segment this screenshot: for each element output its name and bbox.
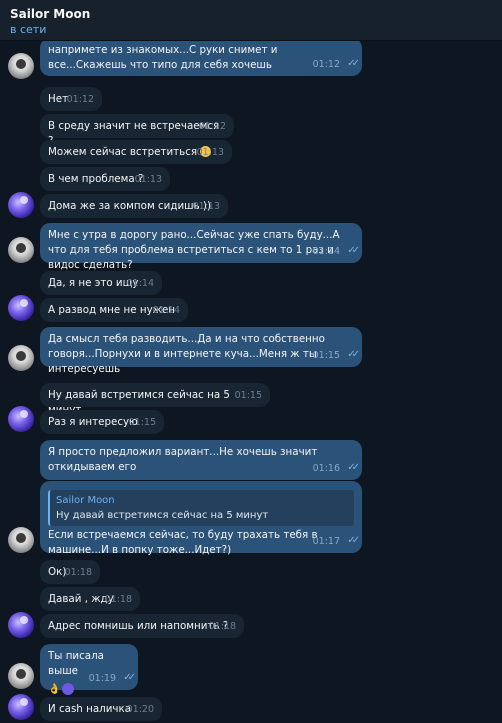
read-checkmarks-icon: ✓✓ [347,535,360,546]
avatar[interactable] [8,237,34,263]
message-incoming[interactable]: Ок) 01:18 [40,560,100,584]
message-incoming[interactable]: В среду значит не встречаемся ? 01:12 [40,114,234,147]
message-incoming[interactable]: И cash наличка . 01:20 [40,697,162,721]
message-incoming[interactable]: Ну давай встретимся сейчас на 5 минут 01… [40,383,270,416]
message-list[interactable]: напримете из знакомых...С руки снимет и … [0,40,502,723]
message-time: 01:15 [128,417,156,428]
message-text: Можем сейчас встретиться [48,146,198,158]
message-time: 01:20 [126,704,154,715]
message-outgoing[interactable]: Да смысл тебя разводить...Да и на что со… [40,327,362,375]
message-text: И cash наличка . [48,703,138,715]
message-text: Раз я интересую [48,416,138,428]
message-text: Да смысл тебя разводить...Да и на что со… [48,333,325,375]
message-outgoing[interactable]: Я просто предложил вариант...Не хочешь з… [40,440,362,480]
avatar[interactable] [8,192,34,218]
message-time: 01:12 [312,59,340,70]
message-time: 01:12 [198,121,226,132]
message-time: 01:18 [104,594,132,605]
message-time: 01:15 [234,390,262,401]
message-incoming[interactable]: Раз я интересую 01:15 [40,410,164,434]
message-incoming[interactable]: Можем сейчас встретиться 01:13 [40,140,232,164]
message-incoming[interactable]: А развод мне не нужен 01:14 [40,298,188,322]
message-incoming[interactable]: В чем проблема ? 01:13 [40,167,170,191]
sailor-sticker-icon [62,683,75,695]
avatar[interactable] [8,694,34,720]
quote-text: Ну давай встретимся сейчас на 5 минут [56,510,269,521]
message-text: Если встречаемся сейчас, то буду трахать… [48,529,318,556]
message-text: Дома же за компом сидишь )) [48,200,211,212]
message-incoming[interactable]: Давай , жду 01:18 [40,587,140,611]
read-checkmarks-icon: ✓✓ [123,672,136,683]
message-text: В чем проблема ? [48,173,144,185]
message-text: Я просто предложил вариант...Не хочешь з… [48,446,318,473]
message-text: Адрес помнишь или напомнить ? [48,620,229,632]
avatar[interactable] [8,527,34,553]
message-time: 01:13 [196,147,224,158]
message-time: 01:15 [312,350,340,361]
message-time: 01:14 [152,305,180,316]
avatar[interactable] [8,406,34,432]
message-time: 01:18 [208,621,236,632]
message-time: 01:14 [126,278,154,289]
message-text: Нет [48,93,69,105]
message-incoming[interactable]: Дома же за компом сидишь )) 01:13 [40,194,228,218]
read-checkmarks-icon: ✓✓ [347,58,360,69]
message-time: 01:13 [134,174,162,185]
avatar[interactable] [8,345,34,371]
message-incoming[interactable]: Адрес помнишь или напомнить ? 01:18 [40,614,244,638]
avatar[interactable] [8,295,34,321]
hand-emoji-icon: 👌 [48,684,61,695]
message-text: Да, я не это ищу [48,277,139,289]
message-text: Мне с утра в дорогу рано...Сейчас уже сп… [48,229,340,271]
chat-title[interactable]: Sailor Moon [10,7,90,21]
message-time: 01:17 [312,536,340,547]
message-time: 01:12 [66,94,94,105]
message-time: 01:18 [64,567,92,578]
message-time: 01:16 [312,463,340,474]
message-outgoing[interactable]: Sailor Moon Ну давай встретимся сейчас н… [40,481,362,556]
message-incoming[interactable]: Нет 01:12 [40,87,102,111]
read-checkmarks-icon: ✓✓ [347,462,360,473]
message-time: 01:13 [192,201,220,212]
read-checkmarks-icon: ✓✓ [347,349,360,360]
message-outgoing[interactable]: напримете из знакомых...С руки снимет и … [40,40,362,76]
message-outgoing[interactable]: Ты писала выше 👌 01:19 ✓✓ [40,644,138,695]
online-status: в сети [10,23,47,36]
message-incoming[interactable]: Да, я не это ищу 01:14 [40,271,162,295]
quote-author: Sailor Moon [56,495,115,506]
avatar[interactable] [8,663,34,689]
message-time: 01:14 [312,246,340,257]
message-text: Ок) [48,566,67,578]
avatar[interactable] [8,612,34,638]
avatar[interactable] [8,53,34,79]
message-outgoing[interactable]: Мне с утра в дорогу рано...Сейчас уже сп… [40,223,362,271]
message-text: напримете из знакомых...С руки снимет и … [48,44,278,71]
chat-header[interactable]: Sailor Moon в сети [0,0,502,41]
reply-quote[interactable]: Sailor Moon Ну давай встретимся сейчас н… [48,490,354,526]
message-time: 01:19 [88,673,116,684]
read-checkmarks-icon: ✓✓ [347,245,360,256]
